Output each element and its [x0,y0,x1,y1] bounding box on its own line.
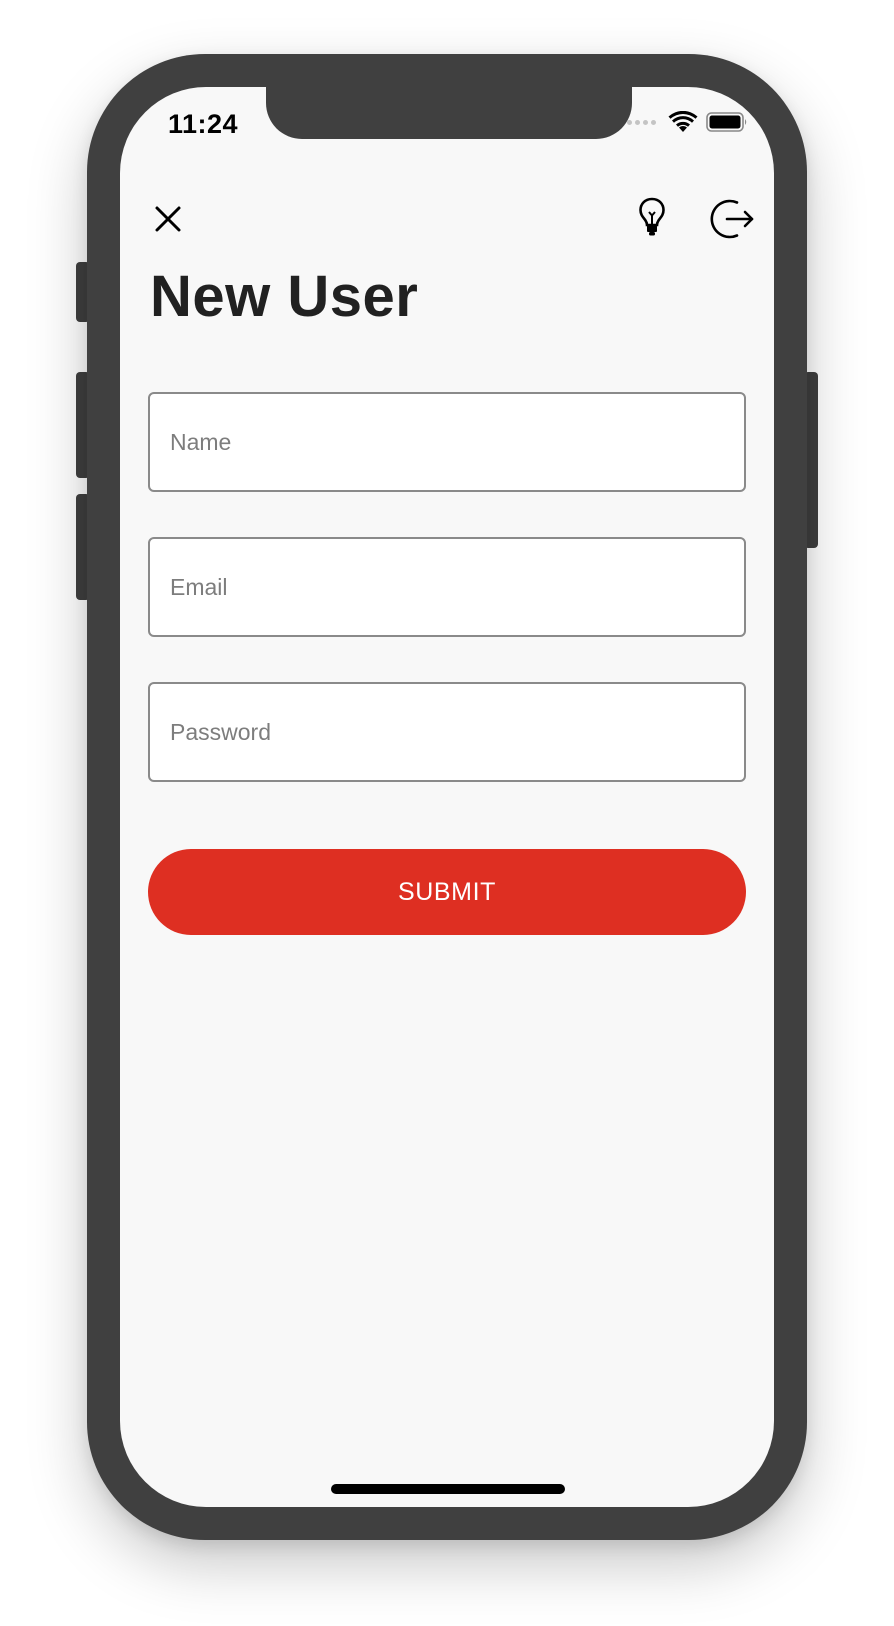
submit-button[interactable]: SUBMIT [148,849,746,935]
password-field[interactable] [148,682,746,782]
theme-toggle-button[interactable] [632,193,672,241]
phone-frame: 11:24 New User Name Email SUBMIT [87,54,807,1540]
page-title: New User [150,264,419,329]
email-input[interactable] [150,539,744,635]
password-input[interactable] [150,684,744,780]
status-icons [627,111,748,133]
logout-button[interactable] [708,195,756,243]
logout-icon [710,199,754,239]
signal-dots-icon [627,119,656,125]
wifi-icon [668,111,698,132]
status-time: 11:24 [168,109,239,139]
device-notch [266,87,632,139]
close-icon [155,206,181,232]
name-field[interactable] [148,392,746,492]
lightbulb-icon [639,197,665,236]
battery-icon [706,112,747,132]
home-indicator[interactable] [331,1484,565,1494]
name-input[interactable] [150,394,744,490]
close-button[interactable] [148,199,188,239]
app-screen: 11:24 New User Name Email SUBMIT [120,87,774,1507]
email-field[interactable] [148,537,746,637]
